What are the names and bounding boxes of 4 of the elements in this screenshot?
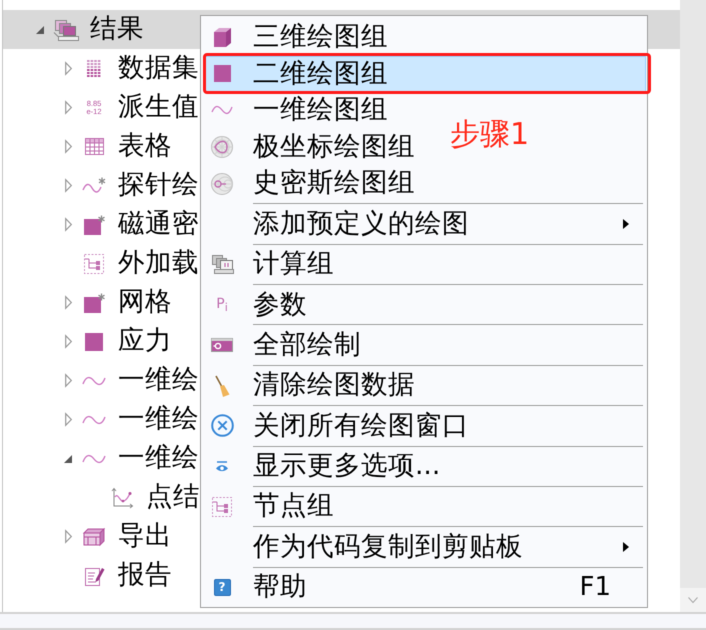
pi-letters-icon: P$_{i}$ (216, 296, 228, 313)
shortcut-text: F1 (580, 574, 611, 600)
annotation-text: 步骤1 (450, 120, 530, 150)
help-icon: ? (214, 578, 230, 596)
